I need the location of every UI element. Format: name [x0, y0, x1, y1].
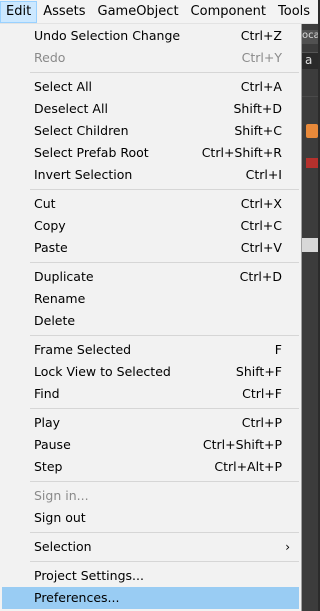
menu-separator — [30, 72, 299, 73]
menu-item-frame-selected[interactable]: Frame Selected F — [2, 339, 299, 361]
menu-item-label: Duplicate — [34, 269, 94, 284]
menu-item-label: Pause — [34, 437, 71, 452]
menu-item-lock-view[interactable]: Lock View to Selected Shift+F — [2, 361, 299, 383]
editor-tab[interactable]: oca — [302, 30, 318, 44]
menu-item-shortcut: F — [274, 342, 282, 357]
menu-item-shortcut: Ctrl+P — [241, 415, 282, 430]
menu-item-delete[interactable]: Delete — [2, 310, 299, 332]
menu-item-select-children[interactable]: Select Children Shift+C — [2, 120, 299, 142]
menu-item-label: Rename — [34, 291, 86, 306]
editor-panel-header — [302, 238, 318, 252]
menu-item-select-all[interactable]: Select All Ctrl+A — [2, 76, 299, 98]
menu-separator — [30, 262, 299, 263]
menu-item-label: Play — [34, 415, 61, 430]
menu-item-shortcut: Ctrl+Y — [241, 50, 282, 65]
menu-item-selection[interactable]: Selection › — [2, 536, 299, 558]
menu-item-label: Sign in... — [34, 488, 89, 503]
menu-item-shortcut: Ctrl+Shift+R — [201, 145, 282, 160]
menu-item-label: Step — [34, 459, 63, 474]
menu-item-label: Paste — [34, 240, 68, 255]
menu-item-sign-in[interactable]: Sign in... — [2, 485, 299, 507]
menu-item-sign-out[interactable]: Sign out — [2, 507, 299, 529]
menu-item-label: Undo Selection Change — [34, 28, 181, 43]
menu-item-label: Sign out — [34, 510, 86, 525]
menu-item-label: Selection — [34, 539, 92, 554]
scene-object-icon — [306, 124, 318, 138]
menu-item-shortcut: Ctrl+D — [239, 269, 282, 284]
editor-field-text: a — [305, 53, 313, 67]
menu-bar: Edit Assets GameObject Component Tools C… — [0, 0, 318, 24]
menu-item-label: Delete — [34, 313, 76, 328]
editor-divider — [302, 96, 318, 97]
menu-item-cut[interactable]: Cut Ctrl+X — [2, 193, 299, 215]
edit-dropdown-menu: Undo Selection Change Ctrl+Z Redo Ctrl+Y… — [0, 24, 302, 611]
menu-item-shortcut: Ctrl+Z — [240, 28, 282, 43]
menu-separator — [30, 189, 299, 190]
menu-item-project-settings[interactable]: Project Settings... — [2, 565, 299, 587]
menu-item-label: Select Prefab Root — [34, 145, 149, 160]
menu-item-shortcut: Ctrl+X — [240, 196, 282, 211]
menu-item-label: Preferences... — [34, 590, 120, 605]
menu-item-shortcut: Shift+C — [234, 123, 282, 138]
menu-item-shortcut: Shift+D — [233, 101, 282, 116]
editor-background — [302, 24, 318, 611]
editor-field[interactable]: a — [302, 52, 318, 69]
menu-item-rename[interactable]: Rename — [2, 288, 299, 310]
menu-gameobject[interactable]: GameObject — [92, 1, 185, 23]
menu-separator — [30, 481, 299, 482]
menu-separator — [30, 561, 299, 562]
menu-tools[interactable]: Tools — [272, 1, 316, 23]
menu-item-find[interactable]: Find Ctrl+F — [2, 383, 299, 405]
menu-item-label: Deselect All — [34, 101, 108, 116]
menu-item-label: Find — [34, 386, 60, 401]
menu-item-deselect-all[interactable]: Deselect All Shift+D — [2, 98, 299, 120]
menu-item-undo[interactable]: Undo Selection Change Ctrl+Z — [2, 25, 299, 47]
menu-item-play[interactable]: Play Ctrl+P — [2, 412, 299, 434]
menu-item-label: Copy — [34, 218, 66, 233]
menu-item-preferences[interactable]: Preferences... — [2, 587, 299, 609]
menu-item-shortcut: Ctrl+Alt+P — [214, 459, 282, 474]
menu-item-shortcut: Ctrl+Shift+P — [202, 437, 282, 452]
menu-item-label: Select Children — [34, 123, 129, 138]
menu-item-label: Project Settings... — [34, 568, 144, 583]
menu-item-invert-selection[interactable]: Invert Selection Ctrl+I — [2, 164, 299, 186]
menu-item-paste[interactable]: Paste Ctrl+V — [2, 237, 299, 259]
menu-assets[interactable]: Assets — [37, 1, 91, 23]
menu-item-shortcut: Shift+F — [235, 364, 282, 379]
menu-item-label: Frame Selected — [34, 342, 132, 357]
menu-item-redo[interactable]: Redo Ctrl+Y — [2, 47, 299, 69]
menu-item-label: Redo — [34, 50, 66, 65]
menu-separator — [30, 532, 299, 533]
chevron-right-icon: › — [285, 540, 290, 554]
menu-cut-off[interactable]: Ci — [316, 1, 318, 23]
menu-item-label: Select All — [34, 79, 93, 94]
menu-item-shortcut: Ctrl+I — [245, 167, 282, 182]
scene-object-icon-red — [306, 158, 318, 168]
menu-item-duplicate[interactable]: Duplicate Ctrl+D — [2, 266, 299, 288]
menu-item-pause[interactable]: Pause Ctrl+Shift+P — [2, 434, 299, 456]
menu-item-step[interactable]: Step Ctrl+Alt+P — [2, 456, 299, 478]
menu-separator — [30, 408, 299, 409]
menu-item-label: Lock View to Selected — [34, 364, 171, 379]
menu-component[interactable]: Component — [185, 1, 272, 23]
menu-item-copy[interactable]: Copy Ctrl+C — [2, 215, 299, 237]
menu-edit[interactable]: Edit — [0, 0, 38, 23]
menu-item-shortcut: Ctrl+C — [240, 218, 282, 233]
menu-item-label: Invert Selection — [34, 167, 133, 182]
menu-item-shortcut: Ctrl+A — [240, 79, 282, 94]
menu-item-shortcut: Ctrl+F — [242, 386, 282, 401]
menu-item-shortcut: Ctrl+V — [240, 240, 282, 255]
menu-item-select-prefab-root[interactable]: Select Prefab Root Ctrl+Shift+R — [2, 142, 299, 164]
menu-separator — [30, 335, 299, 336]
menu-item-label: Cut — [34, 196, 56, 211]
